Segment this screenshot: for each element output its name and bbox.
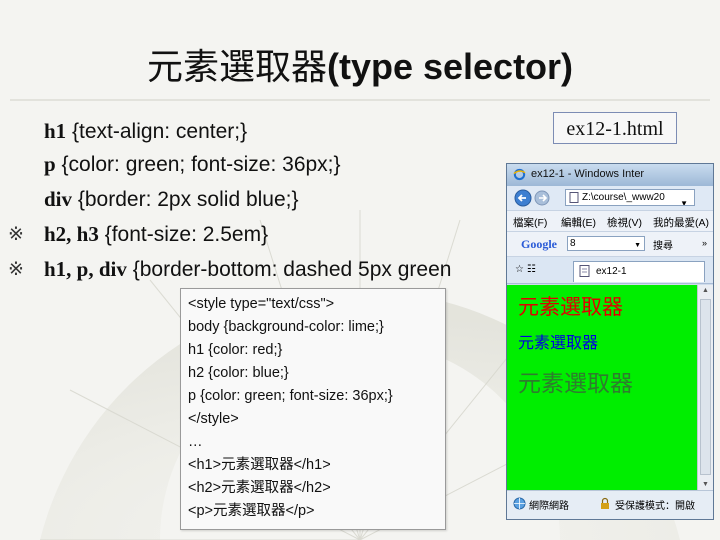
internet-explorer-icon <box>513 168 526 181</box>
menu-item-favorites[interactable]: 我的最愛(A) <box>653 215 709 230</box>
menu-item-file[interactable]: 檔案(F) <box>513 215 547 230</box>
css-rule: {color: green; font-size: 36px;} <box>55 153 341 176</box>
google-toolbar: Google 8 ▼ 搜尋 » <box>507 232 713 257</box>
code-sample-box: <style type="text/css"> body {background… <box>180 288 446 530</box>
css-rule: {border: 2px solid blue;} <box>72 188 299 211</box>
css-line-2: p {color: green; font-size: 36px;} <box>44 151 341 178</box>
slide-title: 元素選取器(type selector) <box>0 38 720 90</box>
globe-icon <box>513 497 526 510</box>
address-bar-row: Z:\course\_www20 ▼ <box>507 186 713 210</box>
css-rule: {border-bottom: dashed 5px green <box>126 258 452 281</box>
chevron-down-icon[interactable]: ▼ <box>680 196 688 205</box>
title-cjk: 元素選取器 <box>146 47 327 88</box>
code-line: p {color: green; font-size: 36px;} <box>188 388 393 404</box>
css-selector: div <box>44 187 73 211</box>
tab-ex12-1[interactable]: ex12-1 <box>573 261 705 282</box>
scroll-thumb[interactable] <box>700 299 711 475</box>
css-selector: h2, h3 <box>44 222 99 246</box>
css-rule: {text-align: center;} <box>66 120 248 143</box>
scroll-down-icon[interactable]: ▼ <box>702 481 709 488</box>
code-line: <h1>元素選取器</h1> <box>188 457 331 473</box>
rendered-h1: 元素選取器 <box>518 295 623 319</box>
css-selector: h1 <box>44 119 67 143</box>
title-en: (type selector) <box>326 46 574 87</box>
more-icon[interactable]: » <box>702 238 707 248</box>
status-zone: 網際網路 <box>529 501 569 512</box>
page-content: 元素選取器 元素選取器 元素選取器 <box>507 285 697 490</box>
css-line-3: div {border: 2px solid blue;} <box>44 186 299 213</box>
tab-title: ex12-1 <box>596 266 627 277</box>
status-protected-mode: 受保護模式：開啟 <box>615 501 695 512</box>
window-title: ex12-1 - Windows Inter <box>531 168 645 180</box>
css-line-4: ※ h2, h3 {font-size: 2.5em} <box>8 221 269 248</box>
menu-bar: 檔案(F) 編輯(E) 檢視(V) 我的最愛(A) <box>507 210 713 232</box>
code-line: … <box>188 434 203 450</box>
google-search-input[interactable]: 8 ▼ <box>567 236 645 251</box>
code-line: <h2>元素選取器</h2> <box>188 480 331 496</box>
code-line: <p>元素選取器</p> <box>188 503 315 519</box>
status-bar: 網際網路 受保護模式：開啟 <box>507 490 713 519</box>
browser-titlebar[interactable]: ex12-1 - Windows Inter <box>507 164 713 186</box>
css-selector: p <box>44 152 56 176</box>
code-line: <style type="text/css"> <box>188 296 335 312</box>
back-forward-icon[interactable] <box>513 188 559 208</box>
code-line: h2 {color: blue;} <box>188 365 289 381</box>
menu-item-edit[interactable]: 編輯(E) <box>561 215 596 230</box>
css-rule: {font-size: 2.5em} <box>98 223 269 246</box>
file-name-box: ex12-1.html <box>553 112 677 144</box>
protected-mode-icon <box>601 497 609 509</box>
page-icon <box>579 265 590 277</box>
page-icon <box>569 192 579 203</box>
vertical-scrollbar[interactable]: ▲ ▼ <box>697 285 713 490</box>
rendered-h2: 元素選取器 <box>518 333 599 352</box>
chevron-down-icon[interactable]: ▼ <box>634 239 641 252</box>
google-logo: Google <box>521 237 557 251</box>
browser-window: ex12-1 - Windows Inter Z:\course\_www20 … <box>506 163 714 520</box>
favorites-icons[interactable]: ☆☷ <box>515 264 539 275</box>
code-line: </style> <box>188 411 239 427</box>
bullet-mark: ※ <box>8 258 24 280</box>
code-line: h1 {color: red;} <box>188 342 283 358</box>
scroll-up-icon[interactable]: ▲ <box>702 287 709 294</box>
google-search-button[interactable]: 搜尋 <box>653 237 673 252</box>
bullet-mark: ※ <box>8 223 24 245</box>
tab-bar: ☆☷ ex12-1 <box>507 257 713 284</box>
css-selector: h1, p, div <box>44 257 127 281</box>
menu-item-view[interactable]: 檢視(V) <box>607 215 642 230</box>
rendered-p: 元素選取器 <box>518 371 633 397</box>
code-line: body {background-color: lime;} <box>188 319 384 335</box>
address-input[interactable]: Z:\course\_www20 ▼ <box>565 189 695 206</box>
css-line-1: h1 {text-align: center;} <box>44 118 247 145</box>
address-text: Z:\course\_www20 <box>582 192 665 203</box>
css-line-5: ※ h1, p, div {border-bottom: dashed 5px g… <box>8 256 452 283</box>
